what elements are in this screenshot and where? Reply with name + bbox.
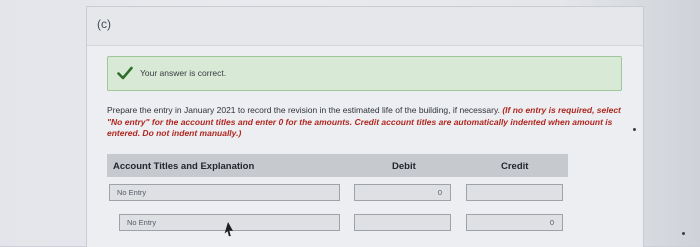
header-debit: Debit [392, 161, 416, 172]
mouse-cursor-icon [224, 222, 233, 237]
credit-input-row-2[interactable]: 0 [466, 214, 563, 231]
header-account-titles: Account Titles and Explanation [113, 161, 255, 172]
answer-feedback-box: Your answer is correct. [107, 56, 622, 91]
instruction-main: Prepare the entry in January 2021 to rec… [107, 105, 500, 115]
credit-value: 0 [549, 218, 554, 227]
credit-input-row-1[interactable] [466, 184, 563, 201]
account-title-value: No Entry [127, 218, 157, 227]
page-background: (c) Your answer is correct. Prepare the … [0, 0, 700, 247]
screen-dot [682, 232, 685, 235]
part-label: (c) [97, 17, 111, 31]
checkmark-icon [117, 66, 133, 80]
journal-table-header: Account Titles and Explanation Debit Cre… [107, 154, 568, 177]
instructions: Prepare the entry in January 2021 to rec… [107, 105, 627, 140]
feedback-message: Your answer is correct. [140, 68, 227, 78]
debit-input-row-1[interactable]: 0 [354, 184, 451, 201]
account-title-input-row-1[interactable]: No Entry [109, 184, 340, 201]
account-title-value: No Entry [117, 188, 147, 197]
debit-input-row-2[interactable] [354, 214, 451, 231]
question-panel: (c) Your answer is correct. Prepare the … [86, 6, 644, 247]
screen-dot [633, 128, 636, 131]
debit-value: 0 [437, 188, 442, 197]
part-header: (c) [87, 7, 643, 46]
header-credit: Credit [501, 161, 529, 172]
